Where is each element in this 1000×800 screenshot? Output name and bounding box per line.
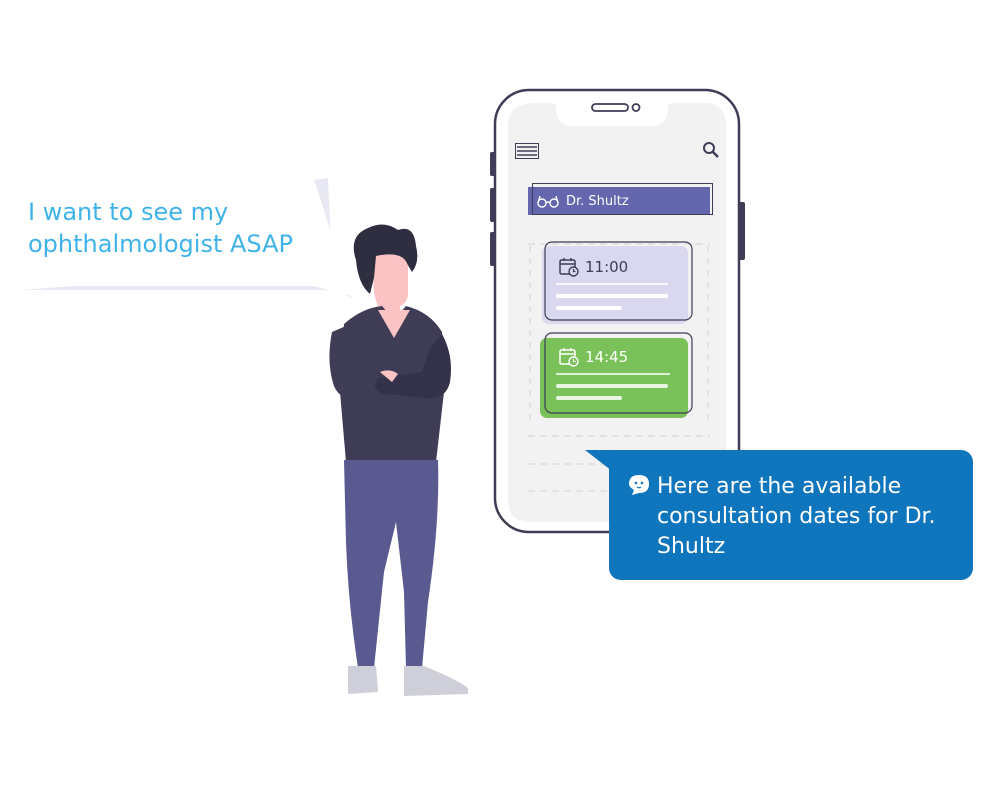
slot-time-text: 11:00 (585, 258, 629, 276)
search-icon[interactable] (702, 141, 720, 159)
slot-card-1100[interactable] (540, 240, 695, 326)
chatbot-face-icon (629, 475, 649, 495)
calendar-clock-icon (559, 258, 579, 277)
slot-time-text: 14:45 (585, 348, 629, 366)
menu-icon[interactable] (515, 143, 539, 159)
person-illustration (329, 224, 468, 696)
user-message-text: I want to see my ophthalmologist ASAP (28, 198, 293, 258)
slot-1445[interactable]: 14:45 (559, 347, 628, 367)
calendar-clock-icon (559, 348, 579, 367)
slot-card-1445[interactable] (538, 330, 696, 420)
doctor-header-outline (532, 183, 713, 215)
slot-1100[interactable]: 11:00 (559, 257, 628, 277)
bot-message-text: Here are the available consultation date… (657, 474, 936, 559)
